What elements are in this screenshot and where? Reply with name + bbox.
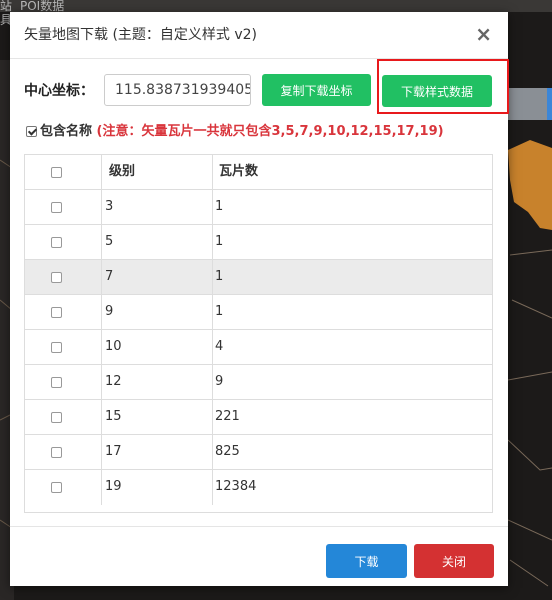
screen: 站 POI数据 具 计 矢量地图下载 (主题：自定义样式 v2) × 中心坐标：… xyxy=(0,0,552,600)
close-icon[interactable]: × xyxy=(475,24,492,44)
row-checkbox[interactable] xyxy=(51,342,62,353)
dialog-title: 矢量地图下载 (主题：自定义样式 v2) xyxy=(24,27,258,43)
cell-level: 9 xyxy=(105,304,114,319)
include-names-checkbox[interactable] xyxy=(26,126,37,137)
center-coordinate-input[interactable] xyxy=(104,74,251,106)
cell-tile-count: 12384 xyxy=(215,479,257,494)
table-row[interactable]: 3 1 xyxy=(25,190,492,225)
close-button[interactable]: 关闭 xyxy=(414,544,494,578)
cell-tile-count: 9 xyxy=(215,374,224,389)
row-checkbox[interactable] xyxy=(51,377,62,388)
table-row[interactable]: 19 12384 xyxy=(25,470,492,505)
table-row[interactable]: 17 825 xyxy=(25,435,492,470)
dialog-header: 矢量地图下载 (主题：自定义样式 v2) × xyxy=(10,12,508,59)
cell-tile-count: 1 xyxy=(215,269,224,284)
cell-tile-count: 1 xyxy=(215,199,224,214)
cell-tile-count: 1 xyxy=(215,234,224,249)
table-row[interactable]: 15 221 xyxy=(25,400,492,435)
cell-tile-count: 1 xyxy=(215,304,224,319)
cell-tile-count: 825 xyxy=(215,444,240,459)
include-names-text: 包含名称 xyxy=(40,124,93,139)
table-row[interactable]: 10 4 xyxy=(25,330,492,365)
row-checkbox[interactable] xyxy=(51,237,62,248)
center-coordinate-label: 中心坐标： xyxy=(24,83,94,99)
cell-tile-count: 4 xyxy=(215,339,224,354)
table-row[interactable]: 12 9 xyxy=(25,365,492,400)
include-names-note: (注意：矢量瓦片一共就只包含3,5,7,9,10,12,15,17,19) xyxy=(96,124,444,139)
copy-download-coordinate-button[interactable]: 复制下载坐标 xyxy=(262,74,371,106)
cell-level: 3 xyxy=(105,199,114,214)
table-header-row: 级别 瓦片数 xyxy=(25,155,492,190)
cell-level: 17 xyxy=(105,444,122,459)
row-checkbox[interactable] xyxy=(51,447,62,458)
row-checkbox[interactable] xyxy=(51,202,62,213)
cell-level: 19 xyxy=(105,479,122,494)
row-checkbox[interactable] xyxy=(51,307,62,318)
table-row[interactable]: 9 1 xyxy=(25,295,492,330)
cell-level: 10 xyxy=(105,339,122,354)
row-checkbox[interactable] xyxy=(51,482,62,493)
select-all-checkbox[interactable] xyxy=(51,167,62,178)
cell-level: 5 xyxy=(105,234,114,249)
table-row[interactable]: 5 1 xyxy=(25,225,492,260)
include-names-label: 包含名称 (注意：矢量瓦片一共就只包含3,5,7,9,10,12,15,17,1… xyxy=(40,124,444,140)
cell-level: 15 xyxy=(105,409,122,424)
dialog-footer: 下载 关闭 xyxy=(10,526,508,587)
download-style-data-button[interactable]: 下载样式数据 xyxy=(382,75,492,107)
table-row[interactable]: 7 1 xyxy=(25,260,492,295)
row-checkbox[interactable] xyxy=(51,272,62,283)
row-checkbox[interactable] xyxy=(51,412,62,423)
cell-level: 7 xyxy=(105,269,114,284)
cell-tile-count: 221 xyxy=(215,409,240,424)
column-header-level: 级别 xyxy=(109,164,136,179)
background-toolbar xyxy=(507,88,552,120)
vector-map-download-dialog: 矢量地图下载 (主题：自定义样式 v2) × 中心坐标： 复制下载坐标 下载样式… xyxy=(10,12,509,587)
download-button[interactable]: 下载 xyxy=(326,544,407,578)
column-header-tile-count: 瓦片数 xyxy=(219,164,259,179)
cell-level: 12 xyxy=(105,374,122,389)
tile-level-table: 级别 瓦片数 3 1 5 1 7 1 9 1 10 4 12 9 15 221 … xyxy=(24,154,493,513)
